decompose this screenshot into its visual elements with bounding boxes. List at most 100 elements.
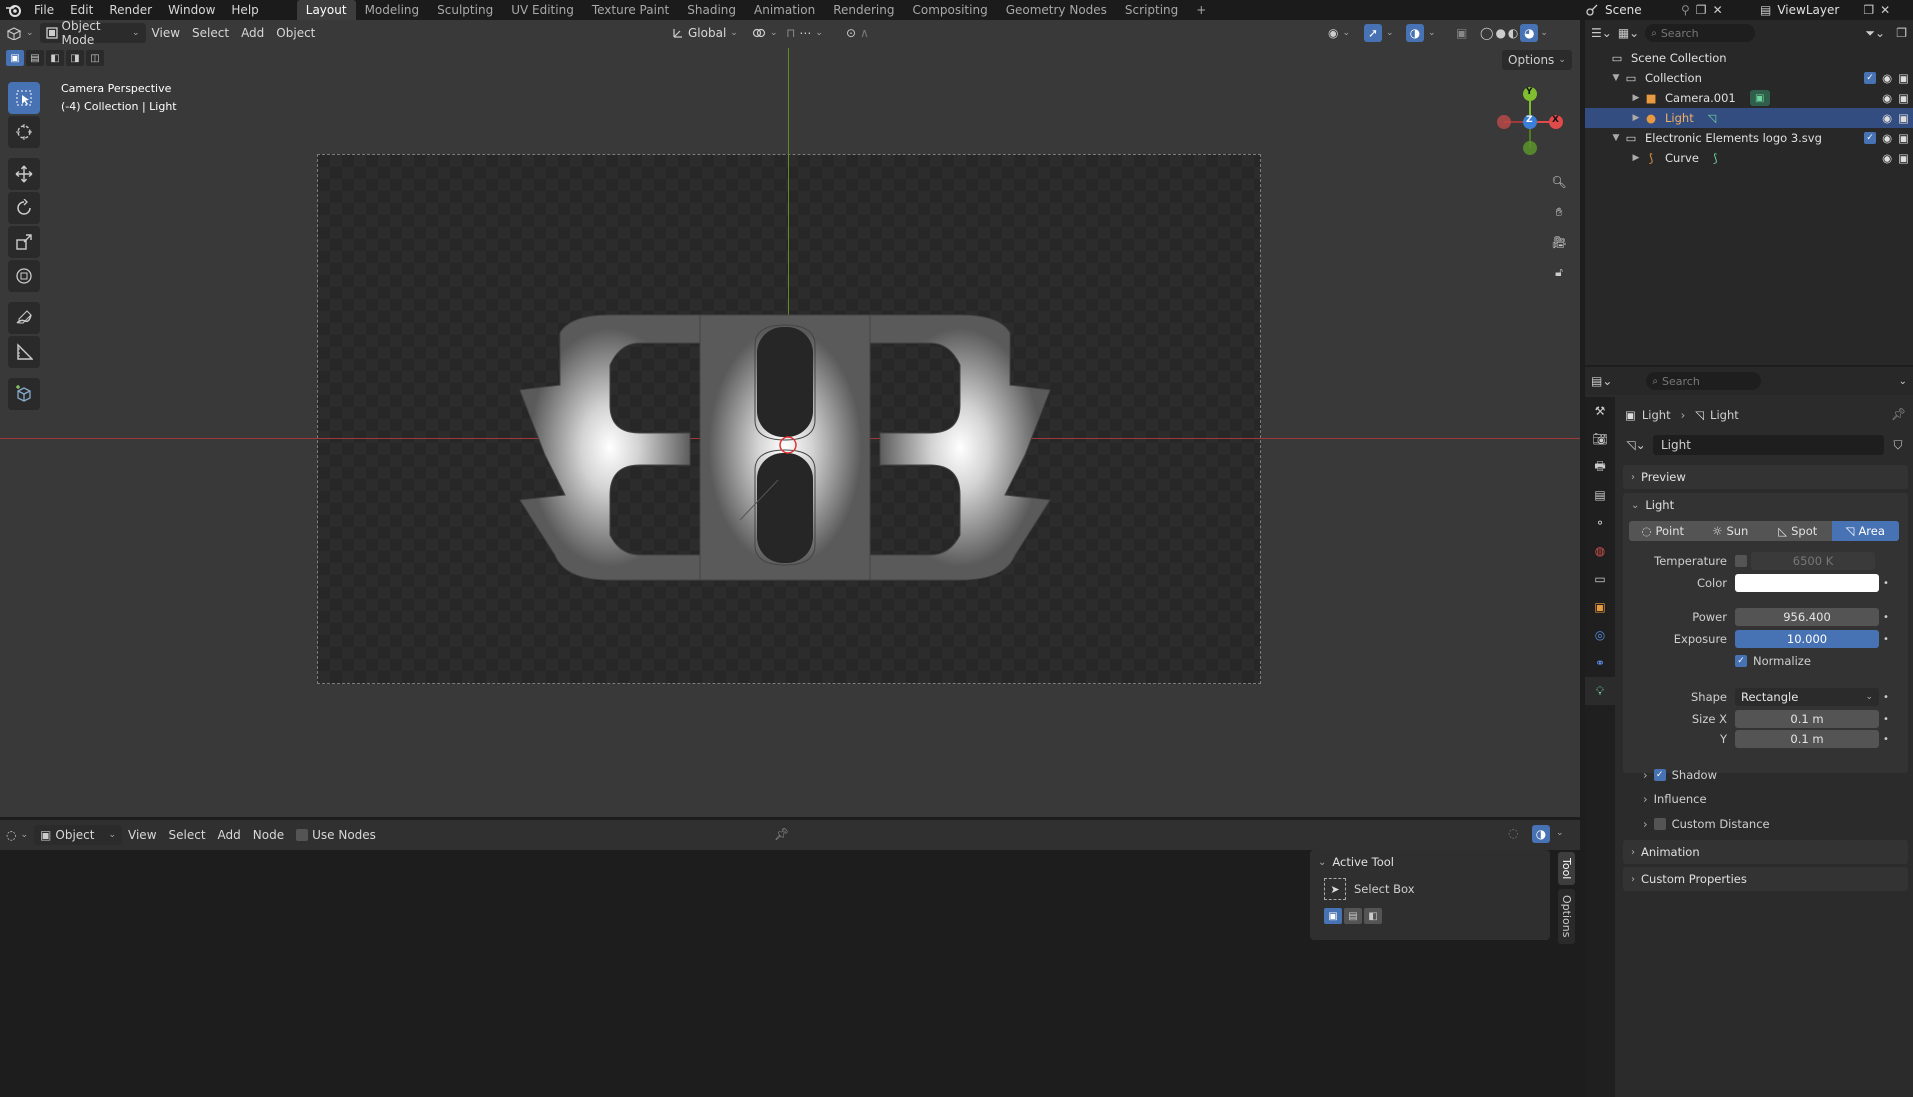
outliner-row-collection[interactable]: ▼ ▭ Collection ✓ ◉ ▣ — [1585, 68, 1913, 88]
material-shading-icon[interactable]: ◐ — [1508, 26, 1518, 40]
outliner-editor-icon[interactable]: ☰⌄ — [1591, 26, 1612, 40]
node-menu-add[interactable]: Add — [212, 825, 247, 845]
size-y-field[interactable]: 0.1 m — [1735, 730, 1879, 748]
menu-file[interactable]: File — [26, 0, 62, 20]
render-camera-icon[interactable]: ▣ — [1898, 131, 1909, 145]
expand-chevron-icon[interactable]: ▶ — [1629, 93, 1643, 103]
rendered-shading-icon[interactable]: ◕ — [1520, 24, 1539, 42]
snap-toggle[interactable]: ⊓ ⋯ ⌄ — [780, 23, 829, 43]
render-camera-icon[interactable]: ▣ — [1898, 91, 1909, 105]
influence-subpanel[interactable]: › Influence — [1643, 789, 1707, 809]
select-intersect-icon[interactable]: ◫ — [86, 50, 104, 66]
select-box-tool[interactable] — [8, 82, 40, 114]
select-invert-icon[interactable]: ◨ — [66, 50, 84, 66]
shading-modes[interactable]: ◯ ● ◐ ◕ ⌄ — [1474, 23, 1554, 43]
tab-sculpting[interactable]: Sculpting — [428, 0, 502, 20]
tab-texture-paint[interactable]: Texture Paint — [583, 0, 678, 20]
fake-user-shield-icon[interactable]: ⛉ — [1888, 438, 1908, 453]
keyframe-dot-icon[interactable]: • — [1879, 734, 1893, 745]
tab-geometry-nodes[interactable]: Geometry Nodes — [997, 0, 1116, 20]
tab-modeling[interactable]: Modeling — [356, 0, 429, 20]
delete-scene-icon[interactable]: ✕ — [1713, 3, 1723, 17]
logo-curve-object[interactable] — [510, 305, 1060, 585]
tab-output[interactable]: 🖶︎ — [1585, 453, 1615, 481]
use-nodes-toggle[interactable]: Use Nodes — [290, 825, 382, 845]
properties-search-input[interactable]: ⌕ Search — [1646, 372, 1762, 390]
shadow-subpanel[interactable]: › ✓ Shadow — [1643, 765, 1717, 785]
pin-icon[interactable]: 📌︎ — [1891, 407, 1906, 421]
tab-collection[interactable]: ▭ — [1585, 565, 1615, 593]
render-camera-icon[interactable]: ▣ — [1898, 71, 1909, 85]
eye-icon[interactable]: ◉ — [1882, 71, 1892, 85]
new-scene-icon[interactable]: ❐ — [1696, 3, 1707, 17]
outliner-row-curve[interactable]: ▶ ⟆ Curve ⟆ ◉ ▣ — [1585, 148, 1913, 168]
select-extend-icon[interactable]: ▤ — [1344, 908, 1362, 924]
shape-dropdown[interactable]: Rectangle ⌄ — [1735, 688, 1879, 706]
use-nodes-checkbox[interactable] — [296, 829, 309, 841]
node-menu-node[interactable]: Node — [247, 825, 290, 845]
keyframe-dot-icon[interactable]: • — [1879, 714, 1893, 725]
overlay-icon[interactable]: ◑ — [1532, 825, 1550, 843]
tab-constraints[interactable]: ⚭ — [1585, 649, 1615, 677]
viewport-menu-select[interactable]: Select — [186, 23, 235, 43]
scale-tool[interactable] — [8, 226, 40, 258]
sidebar-tab-options[interactable]: Options — [1558, 889, 1575, 944]
shader-type-dropdown[interactable]: ▣ Object ⌄ — [34, 825, 123, 845]
datablock-name-field[interactable]: Light — [1653, 435, 1884, 455]
outliner-row-svg-collection[interactable]: ▼ ▭ Electronic Elements logo 3.svg ✓ ◉ ▣ — [1585, 128, 1913, 148]
eye-icon[interactable]: ◉ — [1882, 131, 1892, 145]
viewport-menu-object[interactable]: Object — [270, 23, 321, 43]
exclude-checkbox[interactable]: ✓ — [1864, 72, 1877, 84]
animation-panel-header[interactable]: › Animation — [1623, 840, 1908, 864]
tab-scripting[interactable]: Scripting — [1116, 0, 1187, 20]
keyframe-dot-icon[interactable]: • — [1879, 612, 1893, 623]
camera-data-icon[interactable]: ▣ — [1749, 90, 1770, 106]
viewport-options-button[interactable]: Options ⌄ — [1502, 50, 1572, 70]
eye-icon[interactable]: ◉ — [1882, 91, 1892, 105]
custom-distance-subpanel[interactable]: › Custom Distance — [1643, 814, 1770, 834]
blender-logo-icon[interactable] — [0, 0, 26, 20]
gizmo-toggle[interactable]: ➚ ⌄ — [1358, 23, 1400, 43]
hand-pan-icon[interactable]: ✋︎ — [1547, 200, 1571, 224]
light-type-sun[interactable]: ☼ Sun — [1697, 521, 1765, 541]
new-view-layer-icon[interactable]: ❐ — [1863, 3, 1874, 17]
tab-compositing[interactable]: Compositing — [903, 0, 996, 20]
light-data-browse-icon[interactable]: ◹⌄ — [1623, 438, 1649, 452]
tab-shading[interactable]: Shading — [678, 0, 745, 20]
cursor-tool[interactable] — [8, 116, 40, 148]
shadow-checkbox[interactable]: ✓ — [1653, 769, 1666, 781]
tab-animation[interactable]: Animation — [745, 0, 824, 20]
tab-rendering[interactable]: Rendering — [824, 0, 903, 20]
select-subtract-icon[interactable]: ◧ — [46, 50, 64, 66]
menu-help[interactable]: Help — [223, 0, 266, 20]
scene-selector[interactable]: Scene ⚲ ❐ ✕ — [1585, 0, 1723, 20]
viewport-menu-add[interactable]: Add — [235, 23, 270, 43]
new-collection-icon[interactable]: ❐ — [1896, 26, 1907, 40]
mode-dropdown[interactable]: Object Mode ⌄ — [39, 20, 146, 47]
camera-view-icon[interactable]: 🎥︎ — [1547, 230, 1571, 254]
annotate-tool[interactable] — [8, 302, 40, 334]
wireframe-shading-icon[interactable]: ◯ — [1480, 26, 1493, 40]
rotate-tool[interactable] — [8, 192, 40, 224]
xray-toggle[interactable]: ▣ — [1450, 23, 1473, 43]
tab-object[interactable]: ▣ — [1585, 593, 1615, 621]
outliner-row-camera[interactable]: ▶ ■ Camera.001 ▣ ◉ ▣ — [1585, 88, 1913, 108]
select-new-icon[interactable]: ▣ — [1324, 908, 1342, 924]
editor-type-button[interactable]: ⌄ — [0, 23, 40, 43]
eye-icon[interactable]: ◉ — [1882, 151, 1892, 165]
display-mode-icon[interactable]: ▦⌄ — [1618, 26, 1639, 40]
exclude-checkbox[interactable]: ✓ — [1864, 132, 1877, 144]
color-swatch[interactable] — [1735, 574, 1879, 592]
delete-view-layer-icon[interactable]: ✕ — [1880, 3, 1890, 17]
pivot-point-dropdown[interactable]: ⌄ — [746, 23, 784, 43]
expand-chevron-icon[interactable]: ▶ — [1629, 153, 1643, 163]
select-extend-icon[interactable]: ▤ — [26, 50, 44, 66]
overlays-toggle[interactable]: ◑ ⌄ — [1400, 23, 1442, 43]
light-type-point[interactable]: ◌ Point — [1629, 521, 1697, 541]
expand-chevron-icon[interactable]: ▼ — [1609, 133, 1623, 143]
tab-scene[interactable]: ⚬ — [1585, 509, 1615, 537]
properties-editor-icon[interactable]: ▤⌄ — [1591, 374, 1612, 388]
outliner-row-light[interactable]: ▶ ● Light ◹ ◉ ▣ — [1585, 108, 1913, 128]
tab-light-data[interactable]: 💡︎ — [1585, 677, 1615, 705]
area-light-data-icon[interactable]: ◹ — [1708, 112, 1716, 125]
